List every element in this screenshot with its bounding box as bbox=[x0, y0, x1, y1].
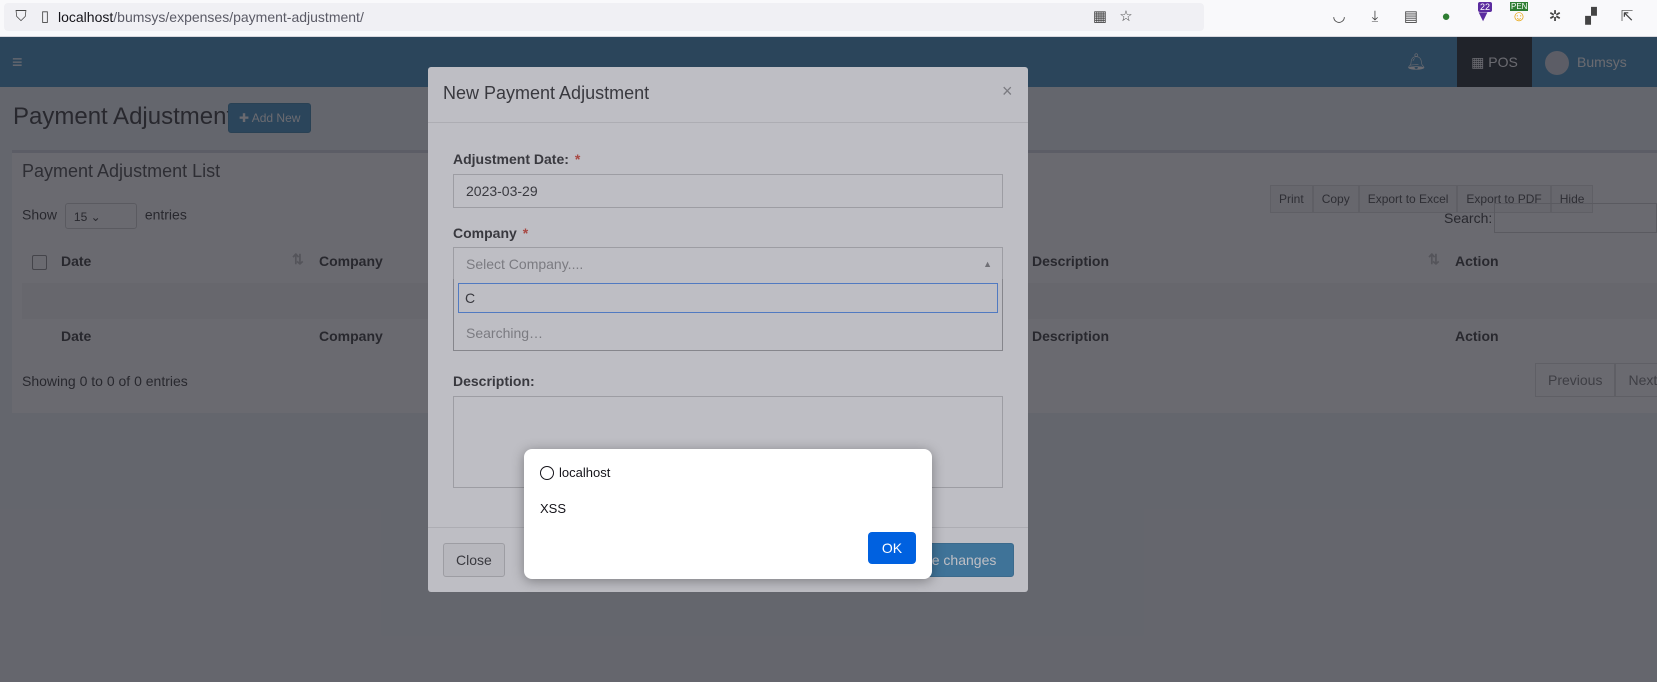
extension-badge-count: 22 bbox=[1478, 2, 1493, 12]
globe-icon bbox=[540, 466, 554, 480]
alert-backdrop bbox=[0, 37, 1657, 682]
gear-extension-icon[interactable]: ✲ bbox=[1546, 8, 1564, 26]
url-text[interactable]: localhost/bumsys/expenses/payment-adjust… bbox=[58, 9, 364, 25]
bookmark-star-icon[interactable]: ☆ bbox=[1117, 8, 1135, 26]
page-icon: ▯ bbox=[40, 8, 50, 25]
ok-button[interactable]: OK bbox=[868, 532, 916, 564]
reader-icon[interactable]: ▤ bbox=[1402, 8, 1420, 26]
url-host: localhost bbox=[58, 9, 114, 25]
download-icon[interactable]: ⤓ bbox=[1366, 8, 1384, 26]
alert-origin-text: localhost bbox=[559, 465, 611, 480]
browser-toolbar: ⛉ ▯ localhost/bumsys/expenses/payment-ad… bbox=[0, 0, 1657, 37]
alert-message: XSS bbox=[540, 501, 567, 516]
alert-origin: localhost bbox=[540, 465, 610, 480]
url-bar[interactable]: ⛉ ▯ localhost/bumsys/expenses/payment-ad… bbox=[4, 3, 1204, 31]
shield-icon[interactable]: ⛉ bbox=[12, 8, 30, 26]
pocket-icon[interactable]: ◡ bbox=[1330, 8, 1348, 26]
extensions-icon[interactable]: ▞ bbox=[1582, 8, 1600, 26]
extension-pen-label: PEN bbox=[1510, 2, 1529, 11]
url-path: /bumsys/expenses/payment-adjustment/ bbox=[113, 9, 364, 25]
qr-icon[interactable]: ▦ bbox=[1091, 8, 1109, 26]
alert-dialog: localhost XSS OK bbox=[524, 449, 932, 579]
share-icon[interactable]: ⇱ bbox=[1618, 8, 1636, 26]
extension-green-icon[interactable]: ● bbox=[1437, 8, 1455, 26]
